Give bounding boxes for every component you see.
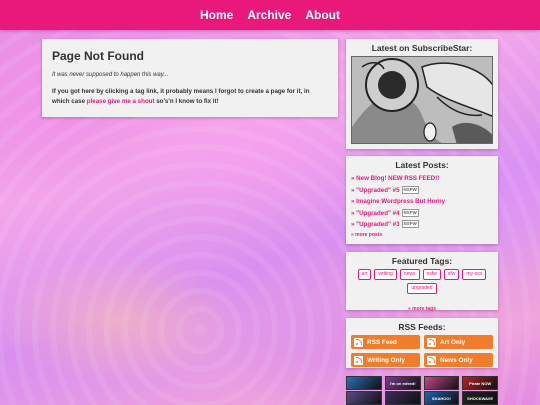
body-suffix: so's'n I know to fix it! bbox=[154, 98, 219, 105]
list-item: » "Upgraded" #3 NSFW bbox=[351, 219, 493, 231]
subscribestar-preview-image[interactable] bbox=[351, 56, 493, 144]
nav-archive-link[interactable]: Archive bbox=[247, 8, 291, 22]
nav-about-link[interactable]: About bbox=[305, 8, 340, 22]
nav-home-link[interactable]: Home bbox=[200, 8, 233, 22]
tag-art[interactable]: art bbox=[357, 269, 372, 280]
rss-feed-label: RSS Feed bbox=[367, 338, 397, 346]
list-item: » "Upgraded" #5 NSFW bbox=[351, 185, 493, 197]
tag-nsfw[interactable]: nsfw bbox=[422, 269, 441, 280]
tags-list: art writing news nsfw sfw my-ocs upgrade… bbox=[351, 269, 493, 294]
nsfw-badge: NSFW bbox=[401, 220, 419, 229]
tag-sfw[interactable]: sfw bbox=[443, 269, 460, 280]
tag-writing[interactable]: writing bbox=[374, 269, 397, 280]
latest-posts-list: » New Blog! NEW RSS FEED!! » "Upgraded" … bbox=[351, 173, 493, 231]
more-posts-link[interactable]: » more posts bbox=[351, 232, 493, 238]
web-badge-button[interactable]: SHOCKWAVE bbox=[462, 391, 498, 405]
lead-text: It was never supposed to happen this way… bbox=[52, 72, 169, 78]
latest-posts-box: Latest Posts: » New Blog! NEW RSS FEED!!… bbox=[346, 156, 498, 244]
nsfw-badge: NSFW bbox=[401, 185, 419, 194]
top-navbar: Home Archive About bbox=[0, 0, 540, 30]
list-item: » "Upgraded" #4 NSFW bbox=[351, 208, 493, 220]
post-link[interactable]: » New Blog! NEW RSS FEED!! bbox=[351, 175, 439, 182]
rss-feed-button[interactable]: RSS Feed bbox=[351, 335, 420, 349]
web-badge-button[interactable]: Pirate NOW bbox=[462, 376, 498, 390]
post-link[interactable]: » "Upgraded" #4 bbox=[351, 210, 400, 217]
web-badge-button[interactable] bbox=[346, 376, 382, 390]
subscribestar-box: Latest on SubscribeStar: bbox=[346, 39, 498, 149]
web-badge-button[interactable]: i'm on mfeed! bbox=[384, 376, 421, 390]
featured-tags-heading: Featured Tags: bbox=[391, 256, 453, 266]
web-badge-button[interactable]: SKAHOO! bbox=[423, 391, 460, 405]
rss-feeds-box: RSS Feeds: RSS Feed Art Only Writing Onl… bbox=[346, 318, 498, 368]
list-item: » New Blog! NEW RSS FEED!! bbox=[351, 173, 493, 185]
contact-link[interactable]: please give me a shout bbox=[87, 98, 155, 105]
rss-feeds-heading: RSS Feeds: bbox=[398, 322, 446, 332]
nsfw-badge: NSFW bbox=[401, 208, 419, 217]
rss-art-only-label: Art Only bbox=[440, 338, 466, 346]
latest-posts-heading: Latest Posts: bbox=[395, 160, 449, 170]
post-link[interactable]: » Imagine Wordpress But Horny bbox=[351, 198, 445, 205]
tag-my-ocs[interactable]: my-ocs bbox=[462, 269, 487, 280]
preview-illustration bbox=[352, 57, 492, 143]
rss-icon bbox=[354, 337, 363, 347]
list-item: » Imagine Wordpress But Horny bbox=[351, 196, 493, 208]
tag-upgraded[interactable]: upgraded bbox=[407, 283, 437, 294]
web-badge-button[interactable] bbox=[384, 391, 421, 405]
rss-writing-only-label: Writing Only bbox=[367, 356, 405, 364]
rss-news-only-button[interactable]: News Only bbox=[424, 353, 493, 367]
rss-button-grid: RSS Feed Art Only Writing Only News Only bbox=[351, 335, 493, 367]
rss-icon bbox=[427, 337, 436, 347]
body-text: If you got here by clicking a tag link, … bbox=[52, 87, 328, 107]
rss-icon bbox=[354, 355, 363, 365]
subscribestar-heading: Latest on SubscribeStar: bbox=[371, 43, 473, 53]
rss-icon bbox=[427, 355, 436, 365]
featured-tags-box: Featured Tags: art writing news nsfw sfw… bbox=[346, 252, 498, 312]
web-buttons-grid: i'm on mfeed! Pirate NOW SKAHOO! SHOCKWAVE bbox=[346, 376, 498, 405]
not-found-panel: Page Not Found It was never supposed to … bbox=[42, 39, 338, 117]
web-badge-button[interactable] bbox=[423, 376, 460, 390]
tag-news[interactable]: news bbox=[399, 269, 420, 280]
more-tags-link[interactable]: » more tags bbox=[408, 306, 436, 312]
page-title: Page Not Found bbox=[52, 49, 144, 63]
rss-writing-only-button[interactable]: Writing Only bbox=[351, 353, 420, 367]
post-link[interactable]: » "Upgraded" #3 bbox=[351, 221, 400, 228]
post-link[interactable]: » "Upgraded" #5 bbox=[351, 187, 400, 194]
rss-news-only-label: News Only bbox=[440, 356, 473, 364]
web-badge-button[interactable] bbox=[346, 391, 382, 405]
rss-art-only-button[interactable]: Art Only bbox=[424, 335, 493, 349]
